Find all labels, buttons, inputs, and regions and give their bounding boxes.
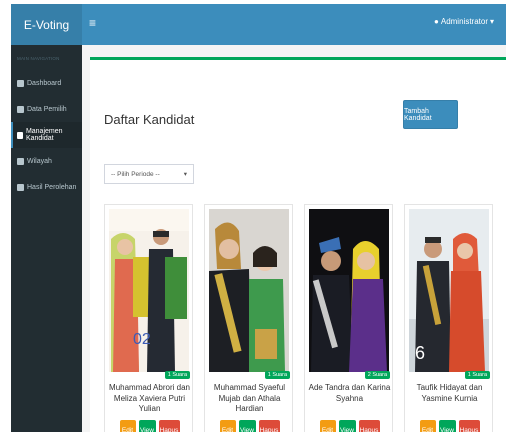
sidebar-item-label: Data Pemilih bbox=[27, 105, 67, 113]
chart-icon bbox=[17, 183, 24, 191]
candidate-name: Ade Tandra dan Karina Syahna bbox=[308, 383, 391, 403]
user-icon: ● bbox=[434, 17, 439, 26]
delete-button[interactable]: Hapus bbox=[358, 420, 380, 432]
sidebar-item-hasil-perolehan[interactable]: Hasil Perolehan bbox=[11, 174, 82, 200]
sidebar-item-label: Hasil Perolehan bbox=[27, 183, 77, 191]
card-actions: Edit View Hapus bbox=[405, 420, 494, 432]
sidebar-item-label: Dashboard bbox=[27, 79, 62, 87]
vote-count-badge: 1 Suara bbox=[264, 371, 290, 379]
delete-button[interactable]: Hapus bbox=[458, 420, 480, 432]
vote-count-badge: 1 Suara bbox=[464, 371, 490, 379]
photo-number: 6 bbox=[415, 343, 425, 363]
candidate-photo bbox=[309, 209, 389, 372]
users-icon bbox=[17, 105, 24, 113]
candidate-card: 6 1 Suara Taufik Hidayat dan Yasmine Kur… bbox=[404, 204, 493, 432]
menu-toggle-icon[interactable]: ≡ bbox=[89, 16, 96, 30]
sidebar-header: MAIN NAVIGATION bbox=[17, 56, 60, 61]
period-select-value: -- Pilih Periode -- bbox=[111, 170, 160, 178]
candidate-card: 1 Suara Muhammad Syaeful Mujab dan Athal… bbox=[204, 204, 293, 432]
card-actions: Edit View Hapus bbox=[205, 420, 294, 432]
sidebar-item-data-pemilih[interactable]: Data Pemilih bbox=[11, 96, 82, 122]
user-menu[interactable]: ● Administrator ▾ bbox=[434, 17, 494, 26]
candidate-photo: 02 bbox=[109, 209, 189, 372]
add-candidate-button[interactable]: Tambah Kandidat bbox=[403, 100, 458, 129]
chevron-down-icon: ▾ bbox=[183, 171, 187, 178]
sidebar-item-label: Manajemen Kandidat bbox=[25, 128, 63, 142]
sidebar-item-label: Wilayah bbox=[27, 157, 52, 165]
candidate-photo bbox=[209, 209, 289, 372]
delete-button[interactable]: Hapus bbox=[258, 420, 280, 432]
candidate-card: 02 1 Suara Muhammad Abrori dan Meliza Xa… bbox=[104, 204, 193, 432]
top-navbar: E-Voting ≡ ● Administrator ▾ bbox=[11, 4, 506, 45]
view-button[interactable]: View bbox=[338, 420, 356, 432]
page-title: Daftar Kandidat bbox=[104, 112, 195, 127]
building-icon bbox=[17, 157, 24, 165]
card-actions: Edit View Hapus bbox=[305, 420, 394, 432]
dashboard-icon bbox=[17, 79, 24, 87]
sidebar: MAIN NAVIGATION Dashboard Data Pemilih M… bbox=[11, 45, 82, 432]
sidebar-item-manajemen-kandidat[interactable]: Manajemen Kandidat bbox=[11, 122, 82, 148]
candidate-box: Daftar Kandidat Tambah Kandidat -- Pilih… bbox=[90, 57, 506, 432]
vote-count-badge: 1 Suara bbox=[164, 371, 190, 379]
edit-button[interactable]: Edit bbox=[319, 420, 336, 432]
main-content: Daftar Kandidat Tambah Kandidat -- Pilih… bbox=[82, 45, 506, 432]
card-actions: Edit View Hapus bbox=[105, 420, 194, 432]
app-window: E-Voting ≡ ● Administrator ▾ MAIN NAVIGA… bbox=[11, 4, 506, 432]
candidate-photo: 6 bbox=[409, 209, 489, 372]
brand-logo[interactable]: E-Voting bbox=[11, 4, 82, 45]
edit-button[interactable]: Edit bbox=[119, 420, 136, 432]
candidate-card: 2 Suara Ade Tandra dan Karina Syahna Edi… bbox=[304, 204, 393, 432]
candidate-name: Taufik Hidayat dan Yasmine Kurnia bbox=[416, 383, 483, 403]
sidebar-item-dashboard[interactable]: Dashboard bbox=[11, 70, 82, 96]
view-button[interactable]: View bbox=[438, 420, 456, 432]
view-button[interactable]: View bbox=[138, 420, 156, 432]
edit-button[interactable]: Edit bbox=[419, 420, 436, 432]
delete-button[interactable]: Hapus bbox=[158, 420, 180, 432]
sidebar-item-wilayah[interactable]: Wilayah bbox=[11, 148, 82, 174]
caret-down-icon: ▾ bbox=[489, 17, 494, 26]
edit-button[interactable]: Edit bbox=[219, 420, 236, 432]
photo-number: 02 bbox=[133, 331, 151, 348]
candidate-name: Muhammad Syaeful Mujab dan Athala Hardia… bbox=[213, 383, 286, 413]
view-button[interactable]: View bbox=[238, 420, 256, 432]
user-name: Administrator bbox=[440, 17, 488, 26]
period-select[interactable]: -- Pilih Periode -- ▾ bbox=[104, 164, 194, 184]
vote-count-badge: 2 Suara bbox=[364, 371, 390, 379]
users-icon bbox=[17, 131, 23, 139]
candidate-name: Muhammad Abrori dan Meliza Xaviera Putri… bbox=[109, 383, 190, 413]
